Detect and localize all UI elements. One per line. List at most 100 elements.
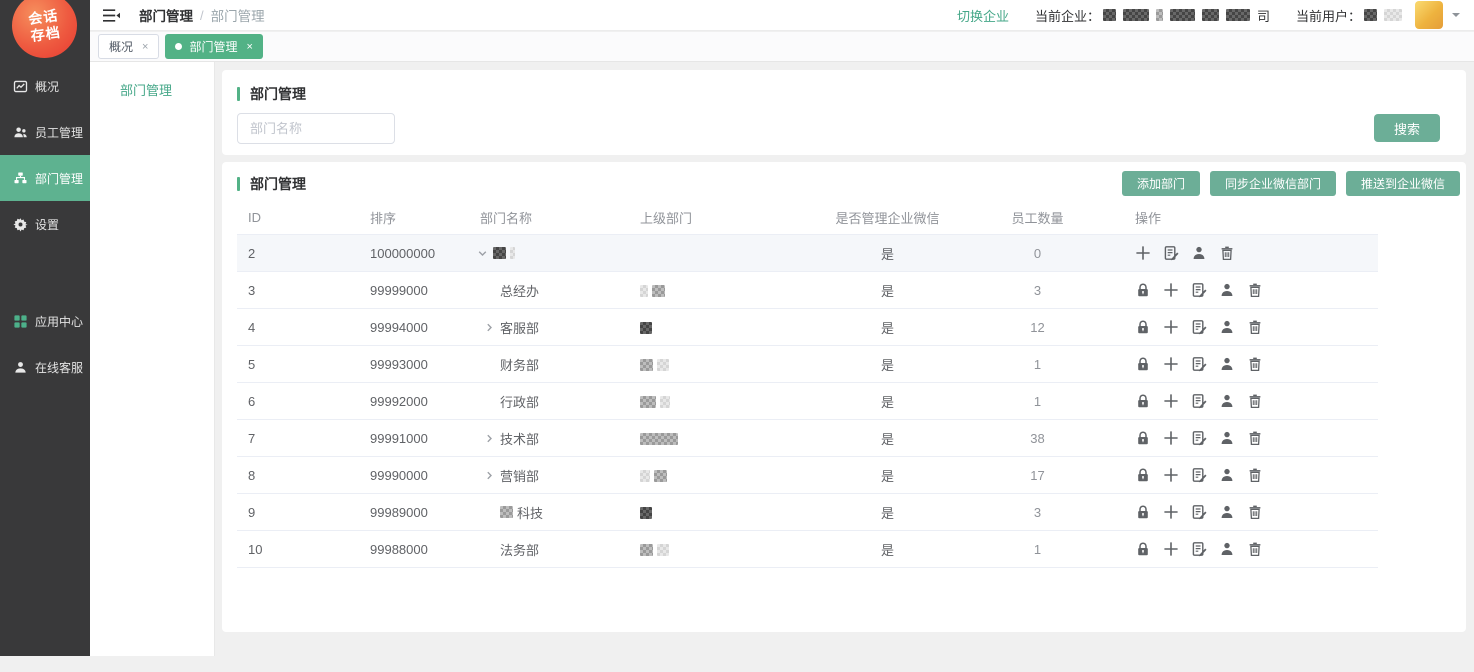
breadcrumb-child[interactable]: 部门管理 <box>211 5 265 25</box>
edit-icon[interactable] <box>1191 541 1207 557</box>
push-to-wecom-button[interactable]: 推送到企业微信 <box>1346 171 1460 196</box>
redacted-text <box>652 285 665 297</box>
sidebar-item-support[interactable]: 在线客服 <box>0 344 90 390</box>
breadcrumb-separator: / <box>200 8 204 23</box>
sidebar-item-overview[interactable]: 概况 <box>0 63 90 109</box>
lock-icon[interactable] <box>1135 319 1151 335</box>
cell-wecom-managed: 是 <box>790 318 985 337</box>
caret-down-icon[interactable] <box>477 248 488 259</box>
delete-icon[interactable] <box>1247 319 1263 335</box>
user-icon[interactable] <box>1219 467 1235 483</box>
current-company-suffix: 司 <box>1257 6 1270 25</box>
sidebar-item-settings[interactable]: 设置 <box>0 201 90 247</box>
user-icon[interactable] <box>1219 393 1235 409</box>
tab-close-icon[interactable]: × <box>246 41 252 53</box>
department-name: 技术部 <box>500 429 539 448</box>
delete-icon[interactable] <box>1247 282 1263 298</box>
user-icon[interactable] <box>1219 504 1235 520</box>
lock-icon[interactable] <box>1135 541 1151 557</box>
departments-icon <box>13 171 28 186</box>
delete-icon[interactable] <box>1247 393 1263 409</box>
breadcrumb-current[interactable]: 部门管理 <box>139 5 193 25</box>
sidebar-item-label: 概况 <box>35 78 59 95</box>
col-header-wecom-managed: 是否管理企业微信 <box>790 208 985 227</box>
cell-sort: 99989000 <box>359 505 469 520</box>
redacted-text <box>657 544 669 556</box>
user-menu-caret-icon[interactable] <box>1452 13 1460 21</box>
delete-icon[interactable] <box>1219 245 1235 261</box>
subsidebar-item-department-management[interactable]: 部门管理 <box>90 62 214 99</box>
plus-icon[interactable] <box>1163 282 1179 298</box>
tab-department-management[interactable]: 部门管理 × <box>165 34 262 59</box>
lock-icon[interactable] <box>1135 393 1151 409</box>
lock-icon[interactable] <box>1135 467 1151 483</box>
sidebar-item-departments[interactable]: 部门管理 <box>0 155 90 201</box>
sidebar-item-employees[interactable]: 员工管理 <box>0 109 90 155</box>
collapse-menu-icon[interactable] <box>102 8 121 23</box>
user-icon[interactable] <box>1219 319 1235 335</box>
plus-icon[interactable] <box>1163 393 1179 409</box>
plus-icon[interactable] <box>1163 319 1179 335</box>
user-avatar[interactable] <box>1415 1 1443 29</box>
department-name-input[interactable] <box>237 113 395 144</box>
edit-icon[interactable] <box>1191 319 1207 335</box>
user-icon[interactable] <box>1219 282 1235 298</box>
sync-wecom-departments-button[interactable]: 同步企业微信部门 <box>1210 171 1336 196</box>
plus-icon[interactable] <box>1163 541 1179 557</box>
caret-right-icon[interactable] <box>484 470 495 481</box>
cell-wecom-managed: 是 <box>790 429 985 448</box>
open-tabs-bar: 概况 × 部门管理 × <box>90 32 1474 62</box>
department-name: 财务部 <box>500 355 539 374</box>
switch-company-link[interactable]: 切换企业 <box>957 6 1009 25</box>
delete-icon[interactable] <box>1247 467 1263 483</box>
table-row: 399999000总经办是3 <box>237 272 1378 309</box>
edit-icon[interactable] <box>1191 430 1207 446</box>
cell-employee-count: 38 <box>985 431 1090 446</box>
tab-label: 概况 <box>109 38 133 55</box>
user-icon[interactable] <box>1191 245 1207 261</box>
caret-right-icon[interactable] <box>484 322 495 333</box>
cell-sort: 99999000 <box>359 283 469 298</box>
current-user[interactable]: 当前用户： <box>1296 1 1460 29</box>
edit-icon[interactable] <box>1191 282 1207 298</box>
search-button[interactable]: 搜索 <box>1374 114 1440 142</box>
delete-icon[interactable] <box>1247 504 1263 520</box>
add-department-button[interactable]: 添加部门 <box>1122 171 1200 196</box>
cell-id: 9 <box>237 505 359 520</box>
lock-icon[interactable] <box>1135 356 1151 372</box>
delete-icon[interactable] <box>1247 356 1263 372</box>
caret-right-icon[interactable] <box>484 433 495 444</box>
edit-icon[interactable] <box>1191 504 1207 520</box>
col-header-employee-count: 员工数量 <box>985 208 1090 227</box>
department-name: 客服部 <box>500 318 539 337</box>
plus-icon[interactable] <box>1135 245 1151 261</box>
row-actions <box>1090 356 1378 372</box>
user-icon[interactable] <box>1219 430 1235 446</box>
edit-icon[interactable] <box>1191 356 1207 372</box>
user-icon[interactable] <box>1219 356 1235 372</box>
app-logo[interactable]: 会话 存档 <box>8 0 81 62</box>
plus-icon[interactable] <box>1163 356 1179 372</box>
redacted-text <box>640 433 678 445</box>
edit-icon[interactable] <box>1191 467 1207 483</box>
delete-icon[interactable] <box>1247 541 1263 557</box>
delete-icon[interactable] <box>1247 430 1263 446</box>
cell-wecom-managed: 是 <box>790 281 985 300</box>
parent-department <box>629 320 790 335</box>
edit-icon[interactable] <box>1163 245 1179 261</box>
tab-close-icon[interactable]: × <box>142 41 148 53</box>
edit-icon[interactable] <box>1191 393 1207 409</box>
sidebar-item-apps[interactable]: 应用中心 <box>0 298 90 344</box>
plus-icon[interactable] <box>1163 504 1179 520</box>
table-panel: 部门管理 添加部门 同步企业微信部门 推送到企业微信 ID 排序 部门名称 上级… <box>222 162 1466 632</box>
cell-employee-count: 3 <box>985 505 1090 520</box>
plus-icon[interactable] <box>1163 467 1179 483</box>
panel-title-text: 部门管理 <box>250 174 306 194</box>
user-icon[interactable] <box>1219 541 1235 557</box>
plus-icon[interactable] <box>1163 430 1179 446</box>
tab-overview[interactable]: 概况 × <box>98 34 159 59</box>
lock-icon[interactable] <box>1135 504 1151 520</box>
search-panel-title: 部门管理 <box>222 70 1466 104</box>
lock-icon[interactable] <box>1135 430 1151 446</box>
lock-icon[interactable] <box>1135 282 1151 298</box>
